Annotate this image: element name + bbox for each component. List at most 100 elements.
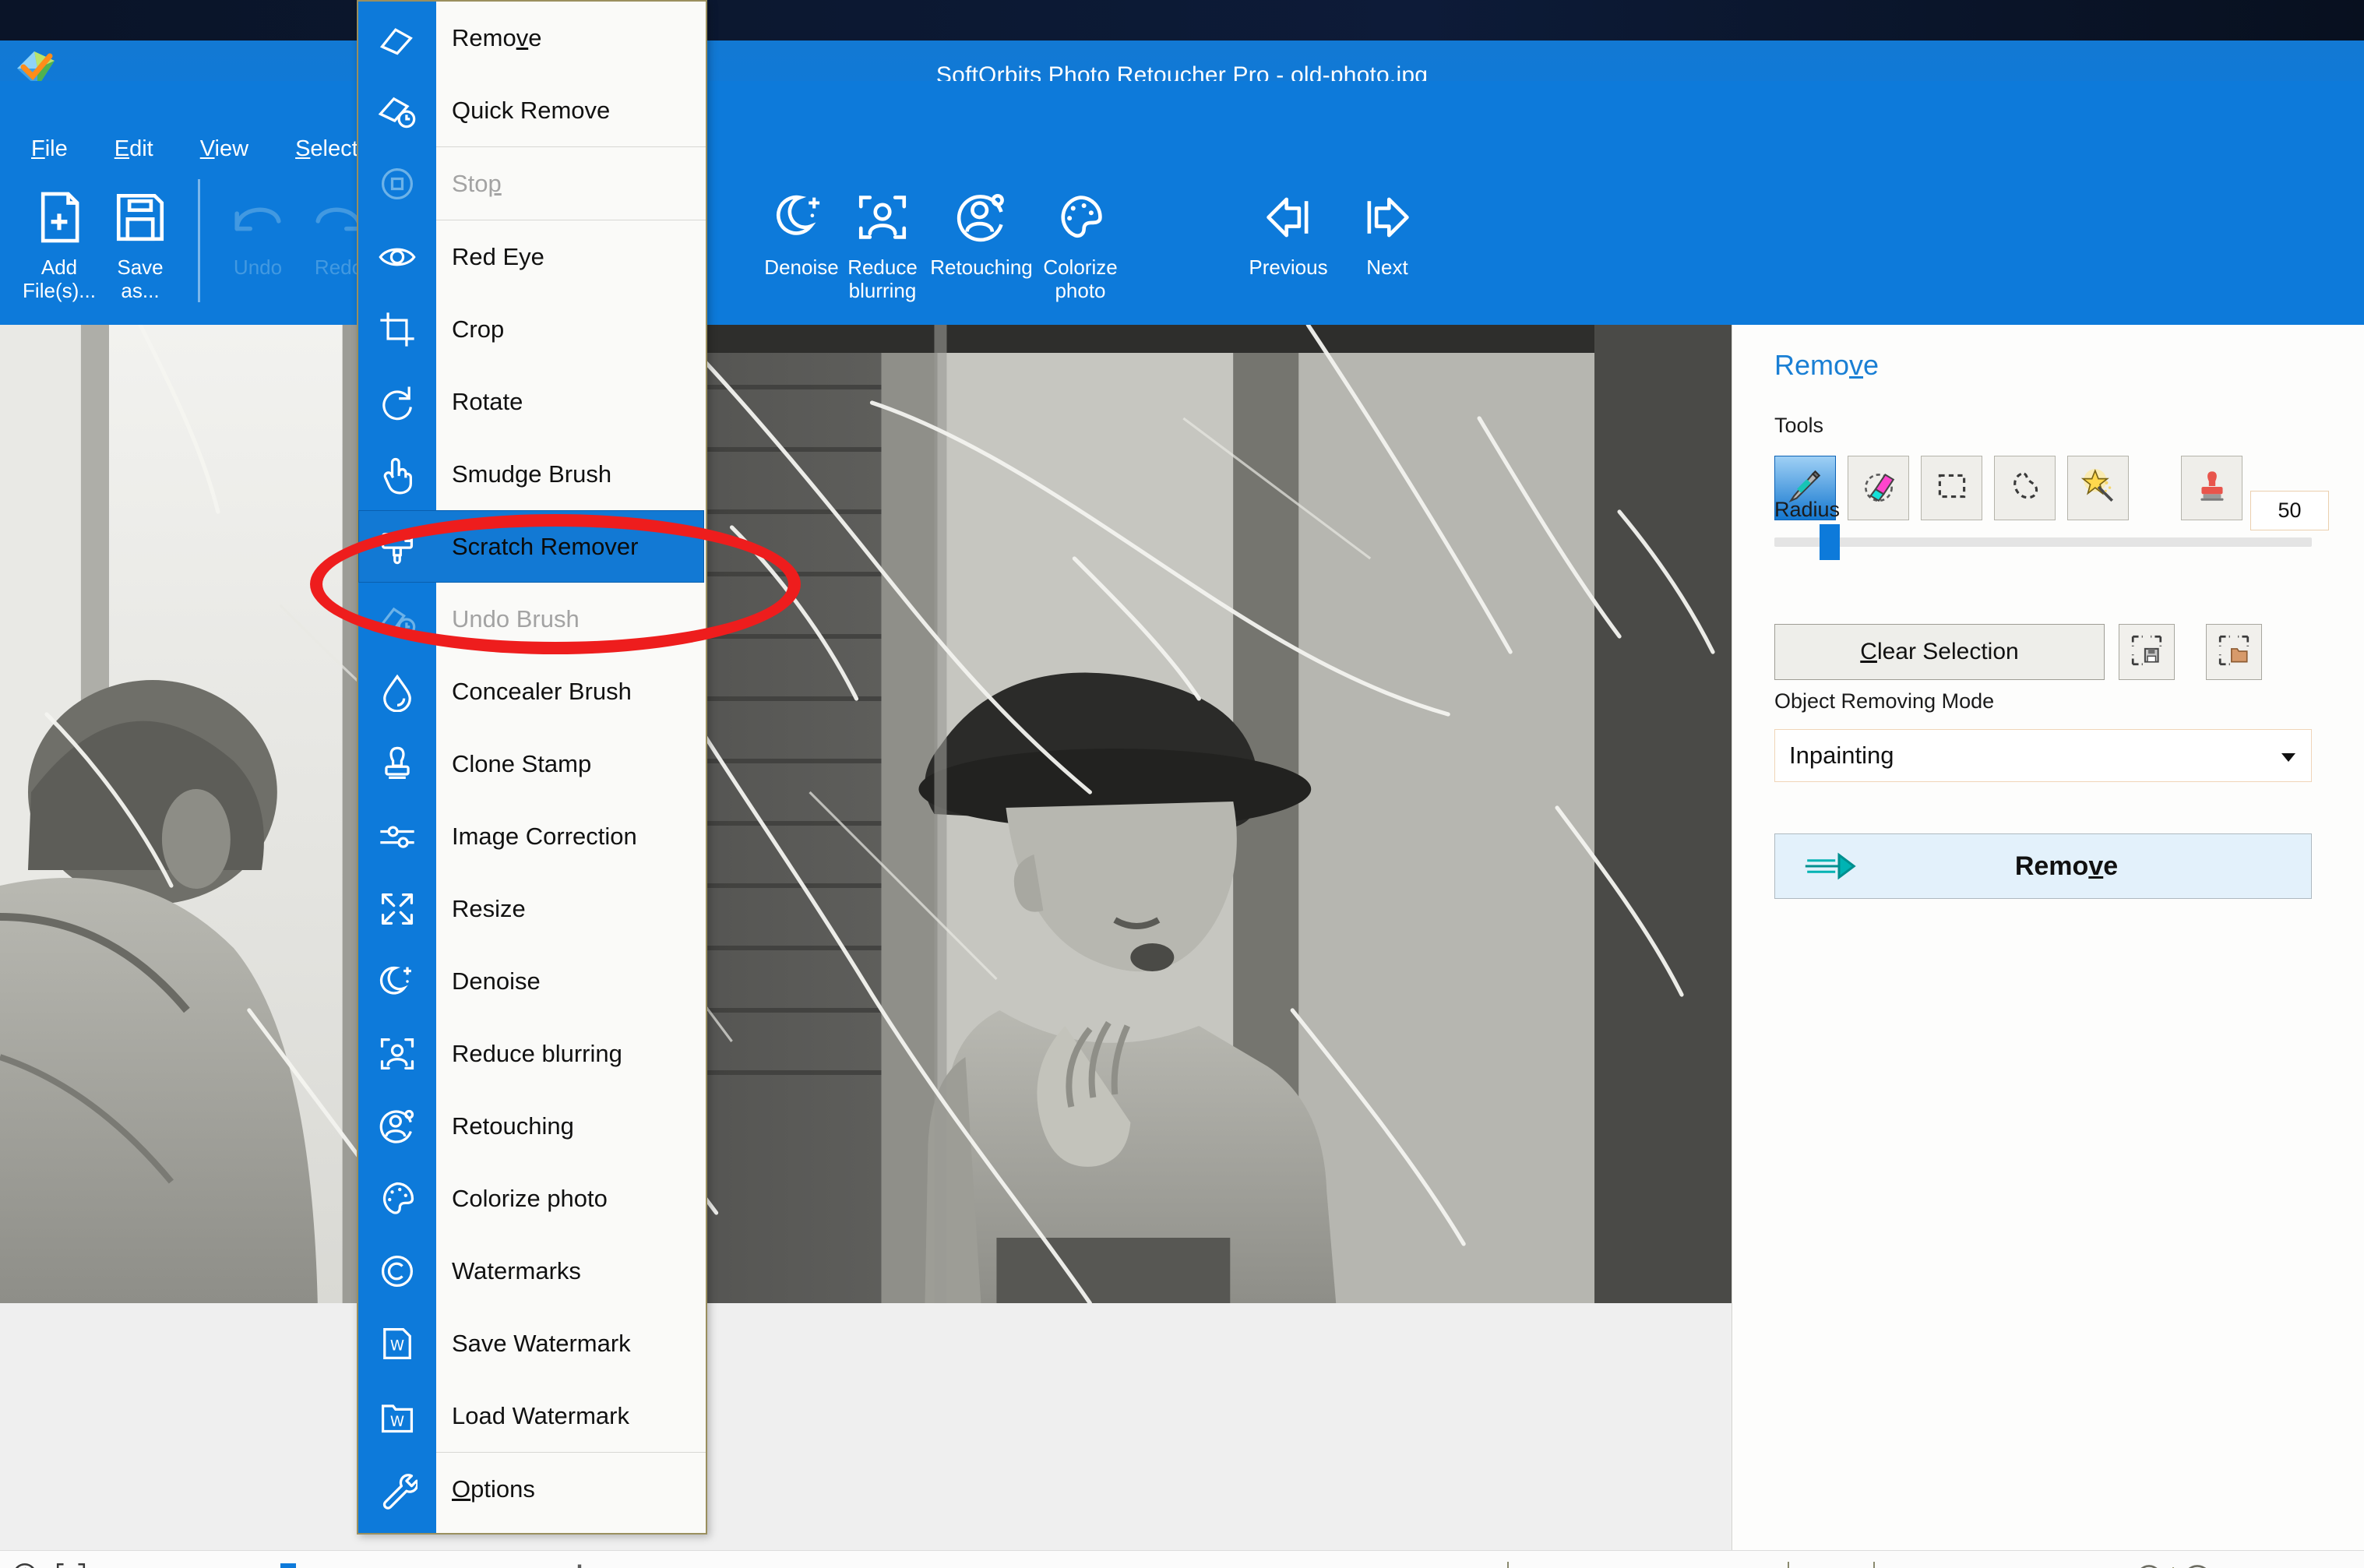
magic-wand-icon [2079,467,2118,509]
lbl-pre-0: Remo [452,23,516,51]
save-selection-button[interactable] [2119,624,2175,680]
zoom-in-icon[interactable] [562,1560,597,1568]
lasso-select-tool-button[interactable] [1994,456,2056,520]
menu-item-edit[interactable]: Edit [110,134,158,164]
menu-item-watermarks[interactable]: Watermarks [358,1235,706,1307]
zoom-out-icon[interactable] [98,1562,129,1568]
clear-selection-button[interactable]: Clear Selection [1774,624,2105,680]
load-selection-button[interactable] [2206,624,2262,680]
menu-item-crop[interactable]: Crop [358,293,706,365]
menu-item-resize[interactable]: Resize [358,872,706,945]
remove-button[interactable]: Remove [1774,833,2312,899]
menu-item-options[interactable]: Options [358,1453,706,1525]
menu-item-remove[interactable]: Remove [358,2,706,74]
tools-label: Tools [1774,414,1824,437]
ribbon-undo-button[interactable]: Undo [217,179,298,318]
remove-post: e [2103,851,2119,881]
fit-to-window-icon[interactable] [55,1561,87,1568]
menu-item-rotate[interactable]: Rotate [358,365,706,438]
menu-accel-selection: S [295,136,311,161]
object-removing-mode-select[interactable]: Inpainting [1774,729,2312,782]
eraser-tool-button[interactable] [1848,456,1909,520]
remove-accel: v [2088,851,2104,881]
menu-bar: File Edit View Selection [26,134,393,164]
ribbon-reduce-blurring-button[interactable]: Reduce blurring [842,179,923,318]
ribbon-redo-label: Redo [314,255,364,279]
next-icon [1358,179,1416,255]
ribbon-previous-button[interactable]: Previous [1230,179,1347,318]
zoom-magnifier-icon[interactable] [11,1561,44,1568]
menu-item-stop[interactable]: Stop [358,147,706,220]
menu-item-load-watermark[interactable]: W Load Watermark [358,1379,706,1452]
menu-item-colorize-photo[interactable]: Colorize photo [358,1162,706,1235]
menu-item-undo-brush[interactable]: Undo Brush [358,583,706,655]
ribbon-previous-label: Previous [1249,255,1328,279]
menu-item-crop-label: Crop [452,315,505,343]
ribbon-save-as-button[interactable]: Save as... [100,179,181,318]
retouching-icon [358,1090,436,1162]
ribbon-undo-label: Undo [233,255,283,279]
photo-image[interactable] [0,325,1732,1303]
facebook-icon[interactable] [2179,1562,2216,1568]
svg-text:W: W [390,1337,404,1354]
info-icon[interactable] [2130,1562,2168,1568]
menu-item-view[interactable]: View [196,134,253,164]
radius-slider-thumb[interactable] [1820,524,1840,560]
menu-item-clone-stamp[interactable]: Clone Stamp [358,728,706,800]
youtube-icon[interactable] [2253,1562,2292,1568]
resize-icon [358,872,436,945]
menu-item-undo-brush-label: Undo Brush [452,604,580,632]
stamp-icon [2193,467,2232,509]
menu-item-red-eye[interactable]: Red Eye [358,220,706,293]
menu-accel-edit: E [114,136,130,161]
ribbon-retouching-button[interactable]: Retouching [923,179,1040,318]
undo-icon [227,179,288,255]
ribbon-add-files-button[interactable]: Add File(s)... [19,179,100,318]
menu-accel-view: V [199,136,215,161]
radius-input[interactable]: 50 [2250,491,2329,530]
menu-item-denoise[interactable]: Denoise [358,945,706,1017]
menu-item-colorize-photo-label: Colorize photo [452,1184,608,1212]
menu-item-resize-label: Resize [452,894,526,922]
ribbon-denoise-button[interactable]: Denoise [761,179,842,318]
object-removing-mode-label: Object Removing Mode [1774,689,1995,713]
clone-stamp-icon [358,728,436,800]
rect-select-tool-button[interactable] [1921,456,1982,520]
menu-item-file[interactable]: File [26,134,72,164]
undo-brush-icon [358,583,436,655]
app-root: SoftOrbits Photo Retoucher Pro - old-pho… [0,0,2364,1568]
radius-slider[interactable] [1774,524,2312,560]
tool-options-panel: Remove Tools Radius 50 C lear Selection … [1732,325,2364,1550]
menu-item-save-watermark-label: Save Watermark [452,1329,631,1357]
twitter-icon[interactable] [2216,1562,2253,1568]
image-canvas-area[interactable] [0,325,1732,1550]
menu-item-retouching[interactable]: Retouching [358,1090,706,1162]
social-links [2130,1562,2292,1568]
clone-stamp-tool-button[interactable] [2181,456,2242,520]
panel-title-post: e [1863,349,1880,381]
menu-item-concealer-brush[interactable]: Concealer Brush [358,655,706,728]
scratch-remover-icon [358,510,436,583]
menu-item-watermarks-label: Watermarks [452,1256,581,1284]
magic-wand-tool-button[interactable] [2067,456,2129,520]
menu-item-scratch-remover[interactable]: Scratch Remover [358,510,706,583]
lbl-post-0: e [528,23,542,51]
ribbon-reduce-blurring-label: Reduce blurring [847,255,918,302]
menu-item-smudge-brush[interactable]: Smudge Brush [358,438,706,510]
status-dimensions: 1172x663 [1873,1562,1985,1568]
ribbon-colorize-photo-button[interactable]: Colorize photo [1040,179,1121,318]
menu-item-save-watermark[interactable]: W Save Watermark [358,1307,706,1379]
menu-item-quick-remove[interactable]: Quick Remove [358,74,706,146]
save-selection-icon [2129,632,2165,672]
menu-item-reduce-blurring[interactable]: Reduce blurring [358,1017,706,1090]
status-bar: 75% Time (s): 0.0 75% 1172x663 [0,1550,2364,1568]
ribbon-next-button[interactable]: Next [1347,179,1428,318]
chevron-down-icon [2281,753,2295,762]
zoom-slider-thumb[interactable] [280,1563,296,1568]
retouching-icon [953,179,1010,255]
menu-item-image-correction[interactable]: Image Correction [358,800,706,872]
object-removing-mode-value: Inpainting [1789,742,1894,769]
tools-dropdown-menu[interactable]: Remove Quick Remove Stop Red Eye Crop Ro… [357,0,707,1535]
ribbon-denoise-label: Denoise [764,255,839,279]
ribbon-colorize-photo-label: Colorize photo [1043,255,1118,302]
